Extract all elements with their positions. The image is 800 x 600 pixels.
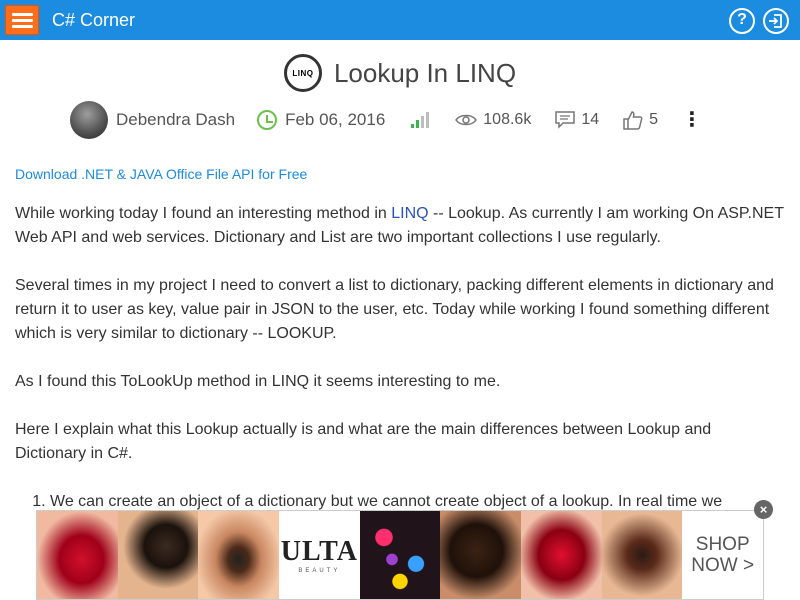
level-signal-icon bbox=[411, 112, 431, 128]
ad-banner[interactable]: ULTA BEAUTY SHOP NOW > × bbox=[36, 500, 773, 600]
paragraph-3: As I found this ToLookUp method in LINQ … bbox=[15, 373, 501, 390]
paragraph-1: While working today I found an interesti… bbox=[15, 205, 784, 246]
ad-image-lips[interactable] bbox=[37, 511, 118, 599]
sponsored-link[interactable]: Download .NET & JAVA Office File API for… bbox=[15, 166, 307, 182]
comments-count: 14 bbox=[581, 111, 600, 128]
site-brand[interactable]: C# Corner bbox=[52, 10, 135, 31]
comments-stat[interactable]: 14 bbox=[555, 111, 599, 129]
article-meta: Debendra Dash Feb 06, 2016 108.6k 14 5 ⋮ bbox=[70, 100, 702, 140]
ad-image-nails[interactable] bbox=[601, 511, 683, 599]
ad-image-cosmetics[interactable] bbox=[359, 511, 441, 599]
paragraph-2: Several times in my project I need to co… bbox=[15, 277, 774, 342]
shop-now-button[interactable]: SHOP NOW > bbox=[682, 511, 764, 599]
page-title: Lookup In LINQ bbox=[333, 57, 517, 88]
likes-stat[interactable]: 5 bbox=[623, 110, 658, 130]
article-header: LINQ Lookup In LINQ bbox=[0, 54, 800, 96]
article-body: While working today I found an interesti… bbox=[15, 202, 785, 514]
ulta-brand-text: ULTA bbox=[280, 536, 358, 567]
publish-date: Feb 06, 2016 bbox=[285, 110, 386, 129]
login-button[interactable] bbox=[763, 8, 789, 34]
clock-icon bbox=[257, 110, 278, 130]
hamburger-menu-icon[interactable] bbox=[5, 5, 39, 35]
help-button[interactable]: ? bbox=[729, 8, 755, 34]
close-ad-icon[interactable]: × bbox=[754, 500, 773, 519]
ad-image-lips-2[interactable] bbox=[521, 511, 602, 599]
ulta-brand-sub: BEAUTY bbox=[298, 568, 341, 574]
eye-icon bbox=[455, 114, 478, 126]
thumbs-up-icon bbox=[623, 111, 643, 130]
comment-icon bbox=[555, 111, 576, 129]
linq-link[interactable]: LINQ bbox=[391, 205, 428, 222]
top-navbar: C# Corner ? bbox=[0, 0, 800, 40]
likes-count: 5 bbox=[649, 111, 659, 128]
more-options-icon[interactable]: ⋮ bbox=[682, 110, 702, 130]
ad-image-eye[interactable] bbox=[198, 511, 280, 599]
linq-logo-icon: LINQ bbox=[283, 54, 322, 92]
help-icon: ? bbox=[737, 11, 747, 28]
ad-image-powder[interactable] bbox=[440, 511, 522, 599]
author-avatar[interactable] bbox=[70, 101, 108, 139]
login-icon bbox=[769, 14, 782, 28]
paragraph-4: Here I explain what this Lookup actually… bbox=[15, 421, 712, 462]
views-stat: 108.6k bbox=[455, 111, 531, 129]
author-name[interactable]: Debendra Dash bbox=[116, 110, 235, 130]
ad-image-brush[interactable] bbox=[117, 511, 199, 599]
views-count: 108.6k bbox=[483, 111, 532, 128]
ad-logo-ulta[interactable]: ULTA BEAUTY bbox=[279, 511, 360, 599]
